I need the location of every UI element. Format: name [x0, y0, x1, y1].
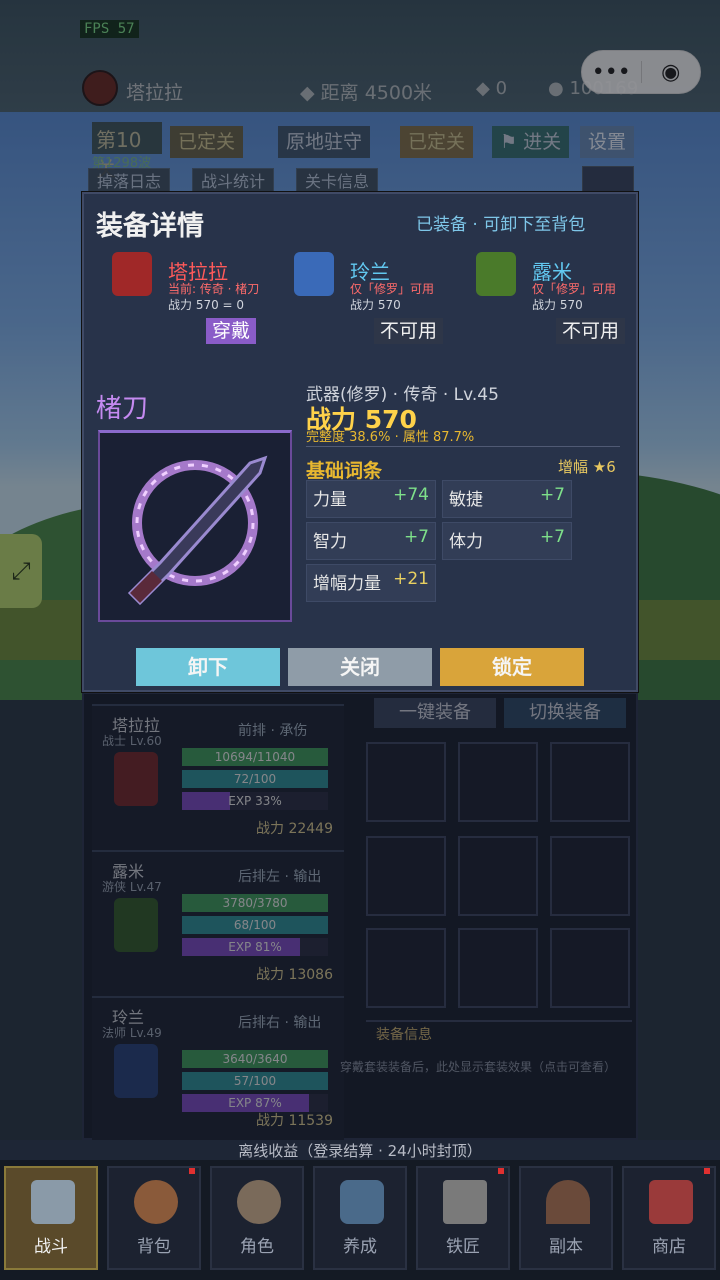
warrior-avatar-icon: [112, 252, 152, 296]
affix-strength: 力量 +74: [306, 480, 436, 518]
character-option-card[interactable]: 玲兰 仅「修罗」可用 战力 570 不可用: [294, 248, 464, 352]
wear-button[interactable]: 穿戴: [206, 318, 257, 344]
character-power: 战力 570: [532, 298, 583, 312]
affix-intelligence: 智力 +7: [306, 522, 436, 560]
character-power: 战力 570 = 0: [168, 298, 245, 312]
enhance-level: 增幅 ★6: [558, 458, 616, 476]
character-note: 当前: 传奇 · 楮刀: [168, 282, 260, 296]
affix-agility: 敏捷 +7: [442, 480, 572, 518]
crossed-swords-icon: [31, 1180, 75, 1224]
backpack-icon: [134, 1180, 178, 1224]
shop-tent-icon: [649, 1180, 693, 1224]
offline-earnings-banner[interactable]: 离线收益（登录结算 · 24小时封顶）: [0, 1140, 720, 1162]
affix-key: 增幅力量: [313, 574, 381, 594]
affix-value: +7: [403, 527, 429, 547]
nav-label: 商店: [652, 1237, 686, 1257]
nav-label: 铁匠: [446, 1237, 480, 1257]
affix-title: 基础词条: [306, 460, 383, 482]
sword-icon: [98, 430, 292, 622]
nav-dungeon[interactable]: 副本: [519, 1166, 613, 1270]
modal-title: 装备详情: [96, 211, 204, 242]
unavailable-button: 不可用: [374, 318, 444, 344]
affix-value: +7: [539, 485, 565, 505]
hammer-icon: [443, 1180, 487, 1224]
bottom-nav: 战斗 背包 角色 养成 铁匠 副本 商店: [0, 1160, 720, 1280]
notification-dot: [704, 1168, 710, 1174]
character-helmet-icon: [237, 1180, 281, 1224]
character-option-card[interactable]: 露米 仅「修罗」可用 战力 570 不可用: [476, 248, 646, 352]
nav-bag[interactable]: 背包: [107, 1166, 201, 1270]
nav-shop[interactable]: 商店: [622, 1166, 716, 1270]
divider: [306, 446, 620, 447]
affix-key: 敏捷: [449, 490, 483, 510]
equip-status: 已装备 · 可卸下至背包: [416, 215, 586, 235]
nav-blacksmith[interactable]: 铁匠: [416, 1166, 510, 1270]
nav-label: 角色: [240, 1237, 274, 1257]
affix-key: 智力: [313, 532, 347, 552]
affix-key: 力量: [313, 490, 347, 510]
character-power: 战力 570: [350, 298, 401, 312]
character-option-card[interactable]: 塔拉拉 当前: 传奇 · 楮刀 战力 570 = 0 穿戴: [112, 248, 282, 352]
nav-cultivate[interactable]: 养成: [313, 1166, 407, 1270]
affix-value: +21: [393, 569, 429, 589]
nav-label: 战斗: [34, 1237, 68, 1257]
character-note: 仅「修罗」可用: [532, 282, 617, 296]
close-button[interactable]: 关闭: [288, 648, 432, 686]
affix-stamina: 体力 +7: [442, 522, 572, 560]
nav-battle[interactable]: 战斗: [4, 1166, 98, 1270]
unequip-button[interactable]: 卸下: [136, 648, 280, 686]
unavailable-button: 不可用: [556, 318, 626, 344]
affix-value: +7: [539, 527, 565, 547]
mage-avatar-icon: [294, 252, 334, 296]
character-note: 仅「修罗」可用: [350, 282, 435, 296]
dungeon-gate-icon: [546, 1180, 590, 1224]
item-name: 楮刀: [96, 394, 149, 424]
item-quality: 完整度 38.6% · 属性 87.7%: [306, 430, 475, 445]
affix-key: 体力: [449, 532, 483, 552]
nav-label: 养成: [343, 1237, 377, 1257]
ranger-avatar-icon: [476, 252, 516, 296]
notification-dot: [498, 1168, 504, 1174]
nav-label: 背包: [137, 1237, 171, 1257]
affix-value: +74: [393, 485, 429, 505]
magic-lamp-icon: [340, 1180, 384, 1224]
lock-button[interactable]: 锁定: [440, 648, 584, 686]
nav-label: 副本: [549, 1237, 583, 1257]
nav-character[interactable]: 角色: [210, 1166, 304, 1270]
affix-enhanced-strength: 增幅力量 +21: [306, 564, 436, 602]
notification-dot: [189, 1168, 195, 1174]
